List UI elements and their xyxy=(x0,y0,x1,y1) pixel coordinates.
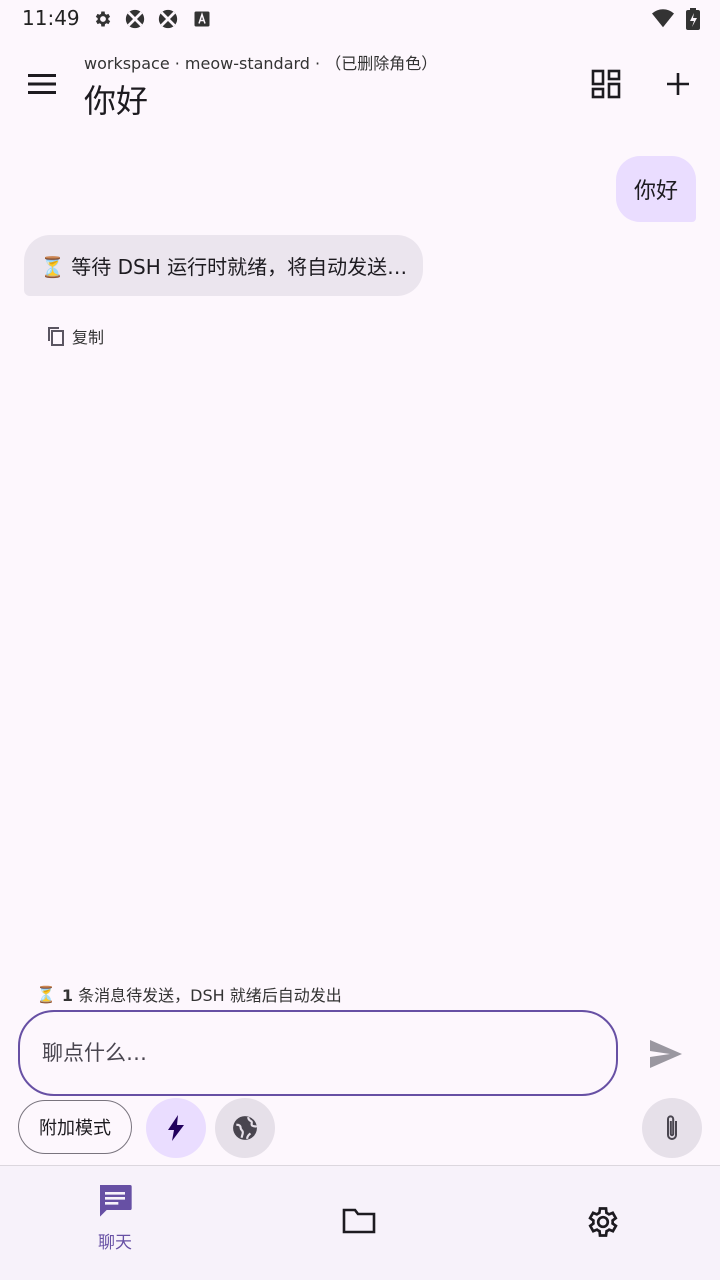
user-message-bubble: 你好 xyxy=(615,156,696,222)
copy-icon xyxy=(48,327,64,346)
app-icon xyxy=(157,8,179,30)
assistant-message-bubble: ⏳ 等待 DSH 运行时就绪，将自动发送… xyxy=(24,235,424,296)
folder-icon xyxy=(342,1208,376,1234)
hamburger-menu-icon xyxy=(28,74,56,94)
bolt-icon xyxy=(168,1115,184,1141)
gear-icon xyxy=(92,8,114,30)
message-input[interactable] xyxy=(42,1041,616,1065)
pending-count: 1 xyxy=(61,986,74,1005)
settings-icon xyxy=(588,1207,618,1237)
hourglass-icon: ⏳ xyxy=(36,984,56,1004)
a-icon xyxy=(191,8,213,30)
nav-label-chat: 聊天 xyxy=(98,1233,132,1253)
battery-icon xyxy=(682,8,704,30)
send-button[interactable] xyxy=(642,1032,690,1076)
send-icon xyxy=(650,1040,682,1068)
new-chat-button[interactable] xyxy=(658,64,698,104)
app-icon xyxy=(124,8,146,30)
wifi-icon xyxy=(652,8,674,30)
message-input-container[interactable] xyxy=(18,1010,618,1096)
quick-mode-button[interactable] xyxy=(146,1098,206,1158)
dashboard-icon xyxy=(591,69,621,99)
conversation-subtitle: workspace · meow-standard · （已删除角色） xyxy=(84,54,438,73)
pending-text: 条消息待发送，DSH 就绪后自动发出 xyxy=(73,986,342,1005)
nav-item-settings[interactable] xyxy=(563,1204,643,1240)
add-icon xyxy=(667,73,689,95)
assistant-message-text: ⏳ 等待 DSH 运行时就绪，将自动发送… xyxy=(40,255,408,279)
user-message-text: 你好 xyxy=(633,179,678,204)
copy-button[interactable]: 复制 xyxy=(46,324,104,348)
pending-notice: ⏳ 1 条消息待发送，DSH 就绪后自动发出 xyxy=(36,982,342,1006)
web-search-button[interactable] xyxy=(215,1098,275,1158)
attach-button[interactable] xyxy=(642,1098,702,1158)
nav-item-chat[interactable]: 聊天 xyxy=(75,1180,155,1253)
menu-button[interactable] xyxy=(24,68,60,100)
copy-label: 复制 xyxy=(72,328,105,347)
attach-icon xyxy=(667,1115,677,1140)
chat-icon xyxy=(100,1185,132,1217)
nav-item-files[interactable] xyxy=(319,1206,399,1236)
attach-mode-chip[interactable]: 附加模式 xyxy=(18,1100,132,1154)
dashboard-button[interactable] xyxy=(586,64,626,104)
page-title: 你好 xyxy=(84,82,149,120)
globe-icon xyxy=(233,1116,258,1140)
attach-mode-label: 附加模式 xyxy=(39,1118,111,1139)
status-time: 11:49 xyxy=(22,6,80,30)
